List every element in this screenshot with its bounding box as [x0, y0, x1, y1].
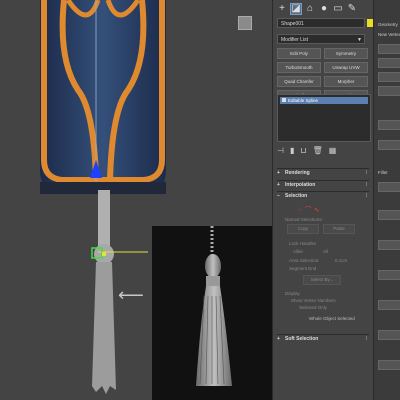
- selection-status-text: Whole Object Selected: [309, 316, 355, 321]
- sub-object-level-icons[interactable]: ⁘ ⌒ ∿: [297, 205, 320, 215]
- modifier-list-dropdown[interactable]: Modifier List ▼: [277, 34, 365, 44]
- morpher-button[interactable]: Morpher: [324, 76, 368, 87]
- new-vertex-type-label: New Vertex Type: [378, 32, 400, 37]
- select-by-button[interactable]: Select By...: [303, 275, 341, 285]
- geometry-button-11[interactable]: [378, 300, 400, 310]
- alike-radio[interactable]: Alike: [293, 249, 303, 254]
- turbosmooth-button[interactable]: TurboSmooth: [277, 62, 321, 73]
- display-group-label: Display: [285, 291, 300, 296]
- rollout-rendering[interactable]: + Rendering ⁞: [277, 168, 369, 178]
- geometry-button-6[interactable]: [378, 140, 400, 150]
- display-icon[interactable]: ▭: [332, 3, 344, 15]
- geometry-button-12[interactable]: [378, 330, 400, 340]
- rollout-soft-selection[interactable]: + Soft Selection ⁞: [277, 334, 369, 344]
- area-selection-value[interactable]: 0.1cm: [335, 258, 347, 263]
- modify-icon[interactable]: ◪: [290, 3, 302, 15]
- geometry-button-13[interactable]: [378, 360, 400, 370]
- make-unique-icon[interactable]: ⊔: [300, 146, 306, 155]
- geometry-button-2[interactable]: [378, 58, 400, 68]
- paste-button[interactable]: Paste: [323, 224, 355, 234]
- named-selections-label: Named Selections:: [285, 217, 323, 222]
- rollout-soft-selection-label: Soft Selection: [285, 336, 319, 342]
- reference-image-tassel: [152, 226, 272, 400]
- command-panel-tabs: + ◪ ⌂ ● ▭ ✎: [273, 0, 373, 17]
- motion-icon[interactable]: ●: [318, 3, 330, 15]
- geometry-button-10[interactable]: [378, 270, 400, 280]
- transform-gizmo-icon[interactable]: [88, 240, 148, 270]
- geometry-panel: Geometry New Vertex Type Fillet: [373, 0, 400, 400]
- copy-button[interactable]: Copy: [287, 224, 319, 234]
- rollout-selection[interactable]: − Selection ⁞: [277, 191, 369, 201]
- plus-icon[interactable]: +: [276, 3, 288, 15]
- geometry-button-4[interactable]: [378, 86, 400, 96]
- object-name-field[interactable]: Shape001: [277, 18, 365, 28]
- pin-stack-icon[interactable]: ⊣: [277, 146, 284, 155]
- remove-modifier-icon[interactable]: 🗑: [313, 146, 323, 155]
- segment-end-checkbox[interactable]: Segment End: [289, 266, 316, 271]
- geometry-button-9[interactable]: [378, 240, 400, 250]
- chevron-down-icon: ▼: [357, 37, 362, 43]
- pointer-arrow-icon: ⟵: [118, 285, 144, 305]
- command-panel: + ◪ ⌂ ● ▭ ✎ Shape001 Modifier List ▼ Edi…: [272, 0, 373, 400]
- symmetry-button[interactable]: Symmetry: [324, 48, 368, 59]
- lock-handles-checkbox[interactable]: Lock Handles: [289, 241, 316, 246]
- modifier-stack: Editable Spline: [277, 94, 371, 142]
- configure-sets-icon[interactable]: ▦: [329, 146, 337, 155]
- geometry-rollout-label[interactable]: Geometry: [378, 22, 398, 27]
- rollout-selection-label: Selection: [285, 193, 308, 199]
- cushion-model[interactable]: [38, 0, 168, 195]
- area-selection-checkbox[interactable]: Area Selection:: [289, 258, 320, 263]
- fillet-label: Fillet: [378, 170, 388, 175]
- stack-item-editable-spline[interactable]: Editable Spline: [280, 97, 368, 104]
- geometry-button-7[interactable]: [378, 182, 400, 192]
- geometry-button-3[interactable]: [378, 72, 400, 82]
- show-end-result-icon[interactable]: ▮: [290, 146, 294, 155]
- rollout-interpolation-label: Interpolation: [285, 182, 316, 188]
- selected-only-checkbox[interactable]: Selected Only: [299, 305, 327, 310]
- quad-chamfer-button[interactable]: Quad Chamfer: [277, 76, 321, 87]
- viewcube-icon[interactable]: [238, 16, 252, 30]
- stack-tools: ⊣ ▮ ⊔ 🗑 ▦: [277, 146, 336, 155]
- edit-poly-button[interactable]: Edit Poly: [277, 48, 321, 59]
- rollout-rendering-label: Rendering: [285, 170, 310, 176]
- hierarchy-icon[interactable]: ⌂: [304, 3, 316, 15]
- geometry-button-1[interactable]: [378, 44, 400, 54]
- modifier-list-label: Modifier List: [281, 37, 308, 43]
- geometry-button-8[interactable]: [378, 210, 400, 220]
- unwrap-uvw-button[interactable]: Unwrap UVW: [324, 62, 368, 73]
- viewport-perspective[interactable]: ⟵: [0, 0, 272, 400]
- show-vertex-numbers-checkbox[interactable]: Show Vertex Numbers: [291, 298, 336, 303]
- rollout-interpolation[interactable]: + Interpolation ⁞: [277, 180, 369, 190]
- all-radio[interactable]: All: [323, 249, 328, 254]
- geometry-button-5[interactable]: [378, 120, 400, 130]
- wrench-icon[interactable]: ✎: [346, 3, 358, 15]
